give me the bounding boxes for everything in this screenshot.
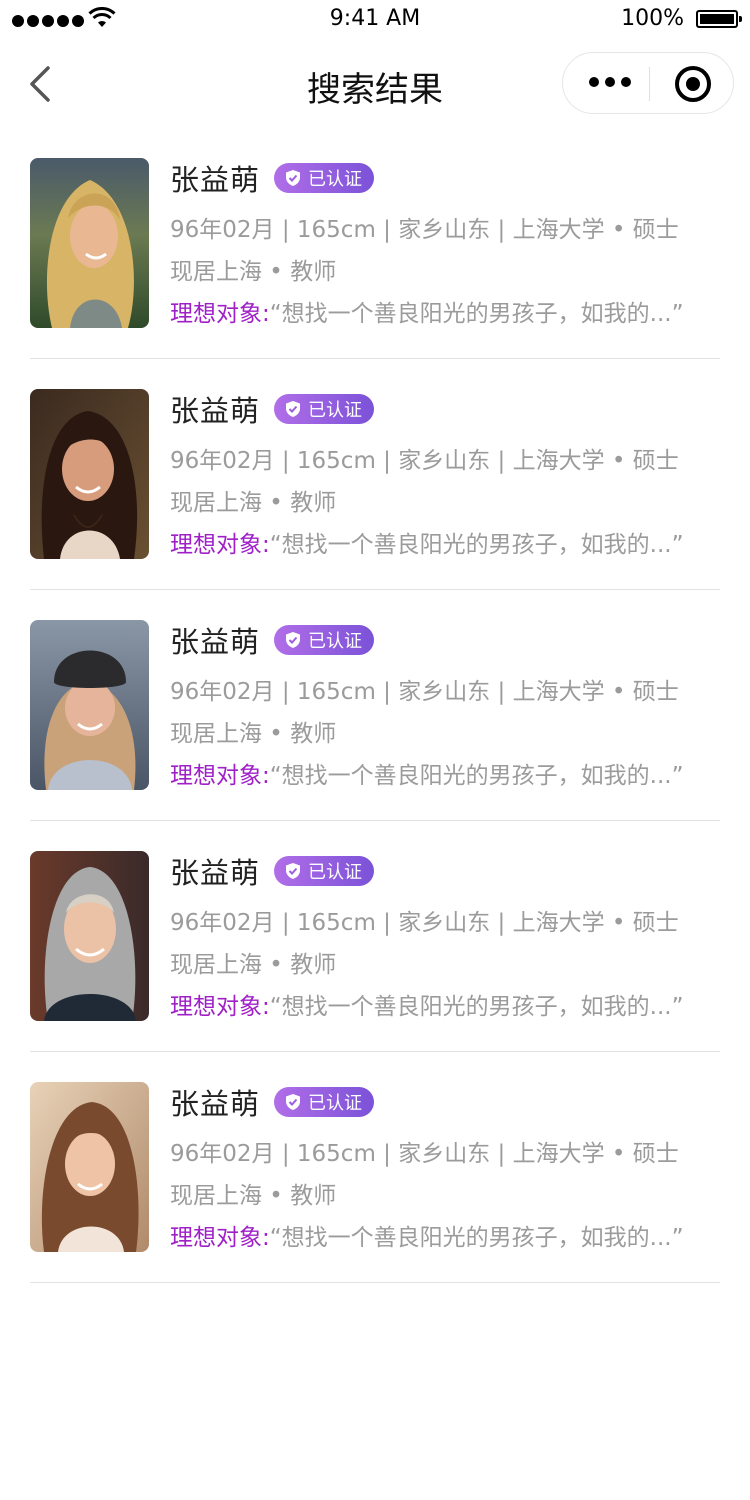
verified-badge: 已认证: [274, 394, 375, 424]
verified-label: 已认证: [308, 1093, 363, 1114]
verified-badge: 已认证: [274, 856, 375, 886]
basic-info: 96年02月 | 165cm | 家乡山东 | 上海大学 • 硕士: [170, 679, 679, 705]
name-row: 张益萌 已认证: [170, 389, 375, 429]
verified-label: 已认证: [308, 400, 363, 421]
search-results-list: 张益萌 已认证 96年02月 | 165cm | 家乡山东 | 上海大学 • 硕…: [30, 158, 720, 1313]
basic-info: 96年02月 | 165cm | 家乡山东 | 上海大学 • 硕士: [170, 910, 679, 936]
more-icon[interactable]: [589, 77, 631, 87]
result-card[interactable]: 张益萌 已认证 96年02月 | 165cm | 家乡山东 | 上海大学 • 硕…: [30, 851, 720, 1052]
ideal-label: 理想对象:: [170, 532, 270, 558]
ideal-text: “想找一个善良阳光的男孩子，如我的...”: [269, 763, 684, 789]
ideal-text: “想找一个善良阳光的男孩子，如我的...”: [269, 994, 684, 1020]
name-row: 张益萌 已认证: [170, 158, 375, 198]
user-name: 张益萌: [170, 394, 261, 428]
user-name: 张益萌: [170, 625, 261, 659]
basic-info: 96年02月 | 165cm | 家乡山东 | 上海大学 • 硕士: [170, 1141, 679, 1167]
battery-icon: [696, 10, 742, 28]
verified-label: 已认证: [308, 862, 363, 883]
navigation-bar: 搜索结果: [0, 40, 750, 128]
user-name: 张益萌: [170, 1087, 261, 1121]
user-name: 张益萌: [170, 163, 261, 197]
basic-info: 96年02月 | 165cm | 家乡山东 | 上海大学 • 硕士: [170, 448, 679, 474]
user-name: 张益萌: [170, 856, 261, 890]
ideal-label: 理想对象:: [170, 1225, 270, 1251]
ideal-partner: 理想对象:“想找一个善良阳光的男孩子，如我的...”: [170, 525, 684, 559]
status-bar: 9:41 AM 100%: [0, 0, 750, 40]
location-job: 现居上海 • 教师: [170, 952, 337, 978]
ideal-partner: 理想对象:“想找一个善良阳光的男孩子，如我的...”: [170, 294, 684, 328]
ideal-label: 理想对象:: [170, 994, 270, 1020]
verified-shield-icon: [286, 170, 301, 186]
basic-info: 96年02月 | 165cm | 家乡山东 | 上海大学 • 硕士: [170, 217, 679, 243]
ideal-partner: 理想对象:“想找一个善良阳光的男孩子，如我的...”: [170, 987, 684, 1021]
location-job: 现居上海 • 教师: [170, 721, 337, 747]
result-card[interactable]: 张益萌 已认证 96年02月 | 165cm | 家乡山东 | 上海大学 • 硕…: [30, 158, 720, 359]
location-job: 现居上海 • 教师: [170, 490, 337, 516]
avatar: [30, 158, 149, 328]
verified-shield-icon: [286, 632, 301, 648]
location-job: 现居上海 • 教师: [170, 1183, 337, 1209]
verified-shield-icon: [286, 1094, 301, 1110]
location-job: 现居上海 • 教师: [170, 259, 337, 285]
name-row: 张益萌 已认证: [170, 851, 375, 891]
verified-label: 已认证: [308, 631, 363, 652]
name-row: 张益萌 已认证: [170, 620, 375, 660]
avatar: [30, 620, 149, 790]
name-row: 张益萌 已认证: [170, 1082, 375, 1122]
battery-percent: 100%: [621, 6, 684, 31]
ideal-text: “想找一个善良阳光的男孩子，如我的...”: [269, 301, 684, 327]
capsule-divider: [649, 67, 650, 101]
result-card[interactable]: 张益萌 已认证 96年02月 | 165cm | 家乡山东 | 上海大学 • 硕…: [30, 389, 720, 590]
miniprogram-capsule: [562, 52, 734, 114]
ideal-partner: 理想对象:“想找一个善良阳光的男孩子，如我的...”: [170, 1218, 684, 1252]
result-card[interactable]: 张益萌 已认证 96年02月 | 165cm | 家乡山东 | 上海大学 • 硕…: [30, 1082, 720, 1283]
ideal-label: 理想对象:: [170, 763, 270, 789]
verified-badge: 已认证: [274, 625, 375, 655]
ideal-label: 理想对象:: [170, 301, 270, 327]
ideal-partner: 理想对象:“想找一个善良阳光的男孩子，如我的...”: [170, 756, 684, 790]
close-miniprogram-icon[interactable]: [675, 66, 711, 102]
verified-shield-icon: [286, 401, 301, 417]
avatar: [30, 389, 149, 559]
avatar: [30, 1082, 149, 1252]
result-card[interactable]: 张益萌 已认证 96年02月 | 165cm | 家乡山东 | 上海大学 • 硕…: [30, 620, 720, 821]
ideal-text: “想找一个善良阳光的男孩子，如我的...”: [269, 532, 684, 558]
verified-badge: 已认证: [274, 1087, 375, 1117]
ideal-text: “想找一个善良阳光的男孩子，如我的...”: [269, 1225, 684, 1251]
verified-shield-icon: [286, 863, 301, 879]
avatar: [30, 851, 149, 1021]
verified-badge: 已认证: [274, 163, 375, 193]
verified-label: 已认证: [308, 169, 363, 190]
